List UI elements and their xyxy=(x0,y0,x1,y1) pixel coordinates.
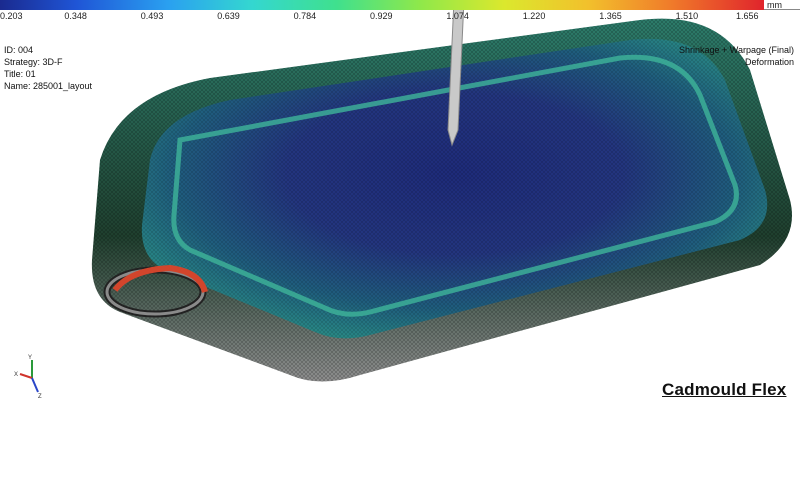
legend-unit: mm xyxy=(764,0,800,10)
info-name: Name: 285001_layout xyxy=(4,81,93,91)
axis-x-label: X xyxy=(14,372,18,378)
result-line-1: Shrinkage + Warpage (Final) xyxy=(679,45,794,55)
legend-tick: 0.639 xyxy=(217,11,240,21)
color-scale-bar: mm xyxy=(0,0,800,10)
legend-tick: 0.784 xyxy=(293,11,317,21)
axis-y-label: Y xyxy=(28,355,32,361)
legend-ticks: 0.203 0.348 0.493 0.639 0.784 0.929 1.074 1.220… xyxy=(0,11,800,23)
legend-tick: 0.203 xyxy=(0,11,23,21)
legend-tick: 0.493 xyxy=(140,11,164,21)
color-gradient xyxy=(0,0,764,10)
simulation-info: ID: 004 Strategy: 3D-F Title: 01 Name: 2… xyxy=(4,44,92,92)
legend-tick: 1.510 xyxy=(675,11,699,21)
legend-tick: 1.656 xyxy=(736,11,759,21)
legend-tick: 0.348 xyxy=(64,11,87,21)
result-type: Shrinkage + Warpage (Final) Deformation xyxy=(679,44,794,68)
mesh-viewport[interactable] xyxy=(0,0,800,500)
info-title: Title: 01 xyxy=(4,69,36,79)
legend-tick: 1.074 xyxy=(446,11,469,21)
result-line-2: Deformation xyxy=(744,57,794,67)
legend-tick: 1.365 xyxy=(599,11,622,21)
axis-triad: Y X Z xyxy=(14,355,42,400)
legend-tick: 0.929 xyxy=(370,11,393,21)
info-id: ID: 004 xyxy=(4,45,34,55)
axis-z-label: Z xyxy=(38,394,42,400)
legend-tick: 1.220 xyxy=(522,11,546,21)
brand-logo: Cadmould Flex xyxy=(662,380,787,399)
info-strategy: Strategy: 3D-F xyxy=(4,57,63,67)
